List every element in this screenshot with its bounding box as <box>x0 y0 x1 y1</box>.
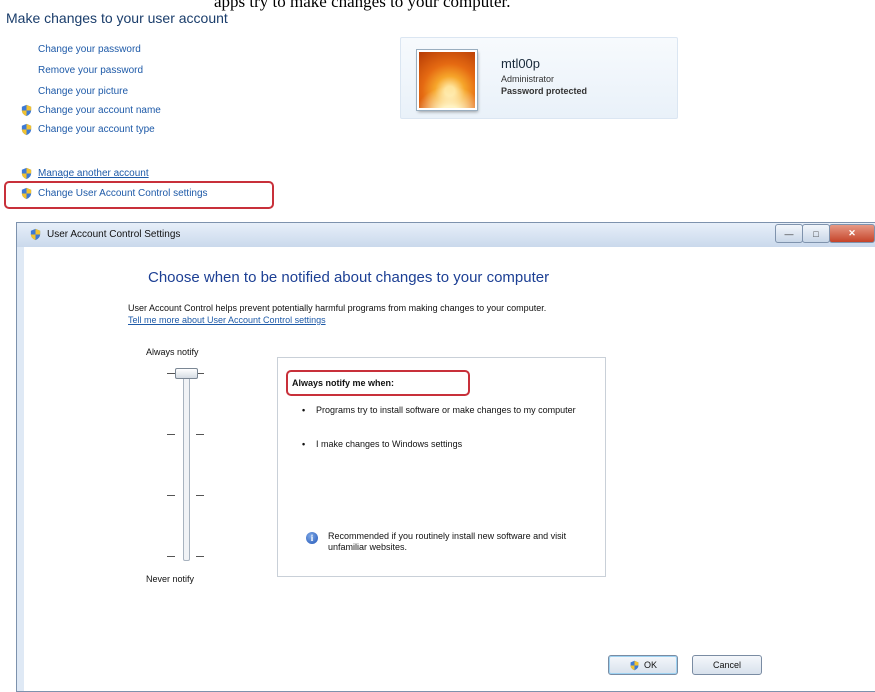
account-name: mtl00p <box>501 56 541 71</box>
page-heading: Choose when to be notified about changes… <box>148 269 550 286</box>
minimize-button[interactable]: — <box>775 224 803 243</box>
ok-button[interactable]: OK <box>608 655 678 675</box>
section-title: Make changes to your user account <box>6 10 228 26</box>
titlebar[interactable]: User Account Control Settings — □ ✕ <box>17 223 875 247</box>
link-label: Change your account name <box>38 105 161 116</box>
link-change-account-type[interactable]: Change your account type <box>20 123 155 136</box>
avatar[interactable] <box>417 50 477 110</box>
uac-shield-icon <box>630 660 639 670</box>
slider-tick <box>196 434 204 435</box>
slider-tick <box>167 495 175 496</box>
slider-top-label: Always notify <box>146 347 199 357</box>
link-label: Change your password <box>38 44 141 55</box>
uac-description: User Account Control helps prevent poten… <box>128 303 547 313</box>
cancel-label: Cancel <box>712 660 741 670</box>
account-status: Password protected <box>501 86 588 96</box>
minimize-icon: — <box>784 228 794 239</box>
link-label: Remove your password <box>38 65 144 76</box>
maximize-icon: □ <box>813 228 819 239</box>
recommendation-text: Recommended if you routinely install new… <box>328 531 567 552</box>
window-client: Choose when to be notified about changes… <box>24 247 875 691</box>
slider-track[interactable] <box>183 373 190 561</box>
link-change-picture[interactable]: Change your picture <box>38 86 128 97</box>
bullet-text: I make changes to Windows settings <box>316 439 463 449</box>
slider-tick <box>196 556 204 557</box>
uac-shield-icon <box>21 123 32 136</box>
slider-tick <box>167 373 175 374</box>
highlight-box-uac-link <box>4 181 274 209</box>
slider-tick <box>167 434 175 435</box>
notify-panel: Always notify me when: • Programs try to… <box>277 357 606 577</box>
maximize-button[interactable]: □ <box>802 224 830 243</box>
uac-shield-icon <box>21 104 32 117</box>
bullet-dot: • <box>302 439 306 449</box>
link-label: Change your account type <box>38 124 155 135</box>
close-icon: ✕ <box>848 228 856 238</box>
link-change-password[interactable]: Change your password <box>38 44 141 55</box>
cancel-button[interactable]: Cancel <box>692 655 762 675</box>
highlight-box-notify-title <box>286 370 470 396</box>
account-card: mtl00p Administrator Password protected <box>400 37 678 119</box>
uac-settings-window: User Account Control Settings — □ ✕ Choo… <box>16 222 875 692</box>
uac-shield-icon <box>30 228 41 241</box>
slider-tick <box>196 495 204 496</box>
close-button[interactable]: ✕ <box>829 224 875 243</box>
uac-shield-icon <box>21 167 32 180</box>
screenshot-caption: apps try to make changes to your compute… <box>214 0 511 11</box>
link-change-account-name[interactable]: Change your account name <box>20 104 161 117</box>
bullet-dot: • <box>302 405 306 415</box>
slider-thumb[interactable] <box>175 368 198 379</box>
link-manage-another-account[interactable]: Manage another account <box>20 167 149 180</box>
bullet-text: Programs try to install software or make… <box>316 405 576 415</box>
link-label: Change your picture <box>38 86 129 97</box>
info-icon: i <box>306 532 318 544</box>
window-controls: — □ ✕ <box>775 224 875 243</box>
slider-tick <box>167 556 175 557</box>
window-title: User Account Control Settings <box>47 229 181 240</box>
ok-label: OK <box>643 660 657 670</box>
account-role: Administrator <box>501 74 555 84</box>
link-remove-password[interactable]: Remove your password <box>38 65 143 76</box>
link-label: Manage another account <box>38 168 149 179</box>
slider-bottom-label: Never notify <box>146 574 195 584</box>
learn-more-link[interactable]: Tell me more about User Account Control … <box>128 315 326 325</box>
